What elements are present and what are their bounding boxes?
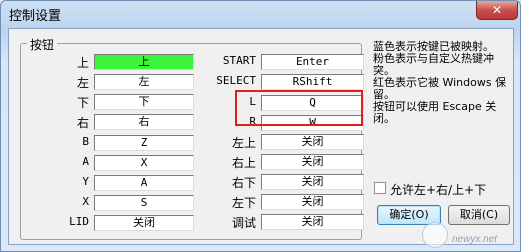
label-up: 上 xyxy=(76,56,89,70)
key-field-b[interactable]: Z xyxy=(94,135,194,151)
label-lid: LID xyxy=(69,215,89,228)
label-start: START xyxy=(222,54,256,67)
label-right: 右 xyxy=(76,116,89,130)
buttons-group: 按钮 上 左 下 右 B A Y X LID 上 左 下 右 Z X A S 关… xyxy=(20,36,364,240)
key-field-up[interactable]: 上 xyxy=(94,54,194,70)
key-field-start[interactable]: Enter xyxy=(261,54,364,70)
watermark-logo: newyx.net xyxy=(420,220,521,252)
key-field-y[interactable]: A xyxy=(94,175,194,191)
label-up-left: 左上 xyxy=(231,136,256,150)
key-field-down-right[interactable]: 关闭 xyxy=(261,174,364,190)
label-down-right: 右下 xyxy=(231,176,256,190)
control-settings-window: 控制设置 ✕ 按钮 上 左 下 右 B A Y X LID 上 左 下 右 Z … xyxy=(0,0,521,252)
key-field-up-right[interactable]: 关闭 xyxy=(261,154,364,170)
close-icon: ✕ xyxy=(491,3,503,17)
label-down-left: 左下 xyxy=(231,196,256,210)
watermark-icon xyxy=(422,222,448,248)
key-field-select[interactable]: RShift xyxy=(261,74,364,90)
allow-opposite-directions-checkbox[interactable] xyxy=(374,182,386,194)
label-a: A xyxy=(82,155,89,168)
group-legend: 按钮 xyxy=(27,36,58,53)
checkbox-label[interactable]: 允许左+右/上+下 xyxy=(390,181,486,198)
key-field-up-left[interactable]: 关闭 xyxy=(261,134,364,150)
highlight-box xyxy=(235,90,363,126)
watermark-text: newyx.net xyxy=(452,234,498,245)
label-down: 下 xyxy=(76,96,89,110)
key-field-down-left[interactable]: 关闭 xyxy=(261,194,364,210)
info-text: 蓝色表示按键已被映射。 粉色表示与自定义热键冲突。 红色表示它被 Windows… xyxy=(373,40,507,125)
label-debug: 调试 xyxy=(231,216,256,230)
label-b: B xyxy=(82,135,89,148)
key-field-x[interactable]: S xyxy=(94,195,194,211)
key-field-debug[interactable]: 关闭 xyxy=(261,214,364,230)
label-select: SELECT xyxy=(216,74,256,87)
key-field-a[interactable]: X xyxy=(94,155,194,171)
label-y: Y xyxy=(82,175,89,188)
window-title: 控制设置 xyxy=(9,9,62,24)
label-up-right: 右上 xyxy=(231,156,256,170)
key-field-lid[interactable]: 关闭 xyxy=(94,215,194,231)
label-left: 左 xyxy=(76,76,89,90)
key-field-down[interactable]: 下 xyxy=(94,94,194,110)
title-bar[interactable]: 控制设置 ✕ xyxy=(1,1,520,27)
key-field-left[interactable]: 左 xyxy=(94,74,194,90)
label-x: X xyxy=(82,195,89,208)
close-button[interactable]: ✕ xyxy=(476,1,518,20)
key-field-right[interactable]: 右 xyxy=(94,114,194,130)
